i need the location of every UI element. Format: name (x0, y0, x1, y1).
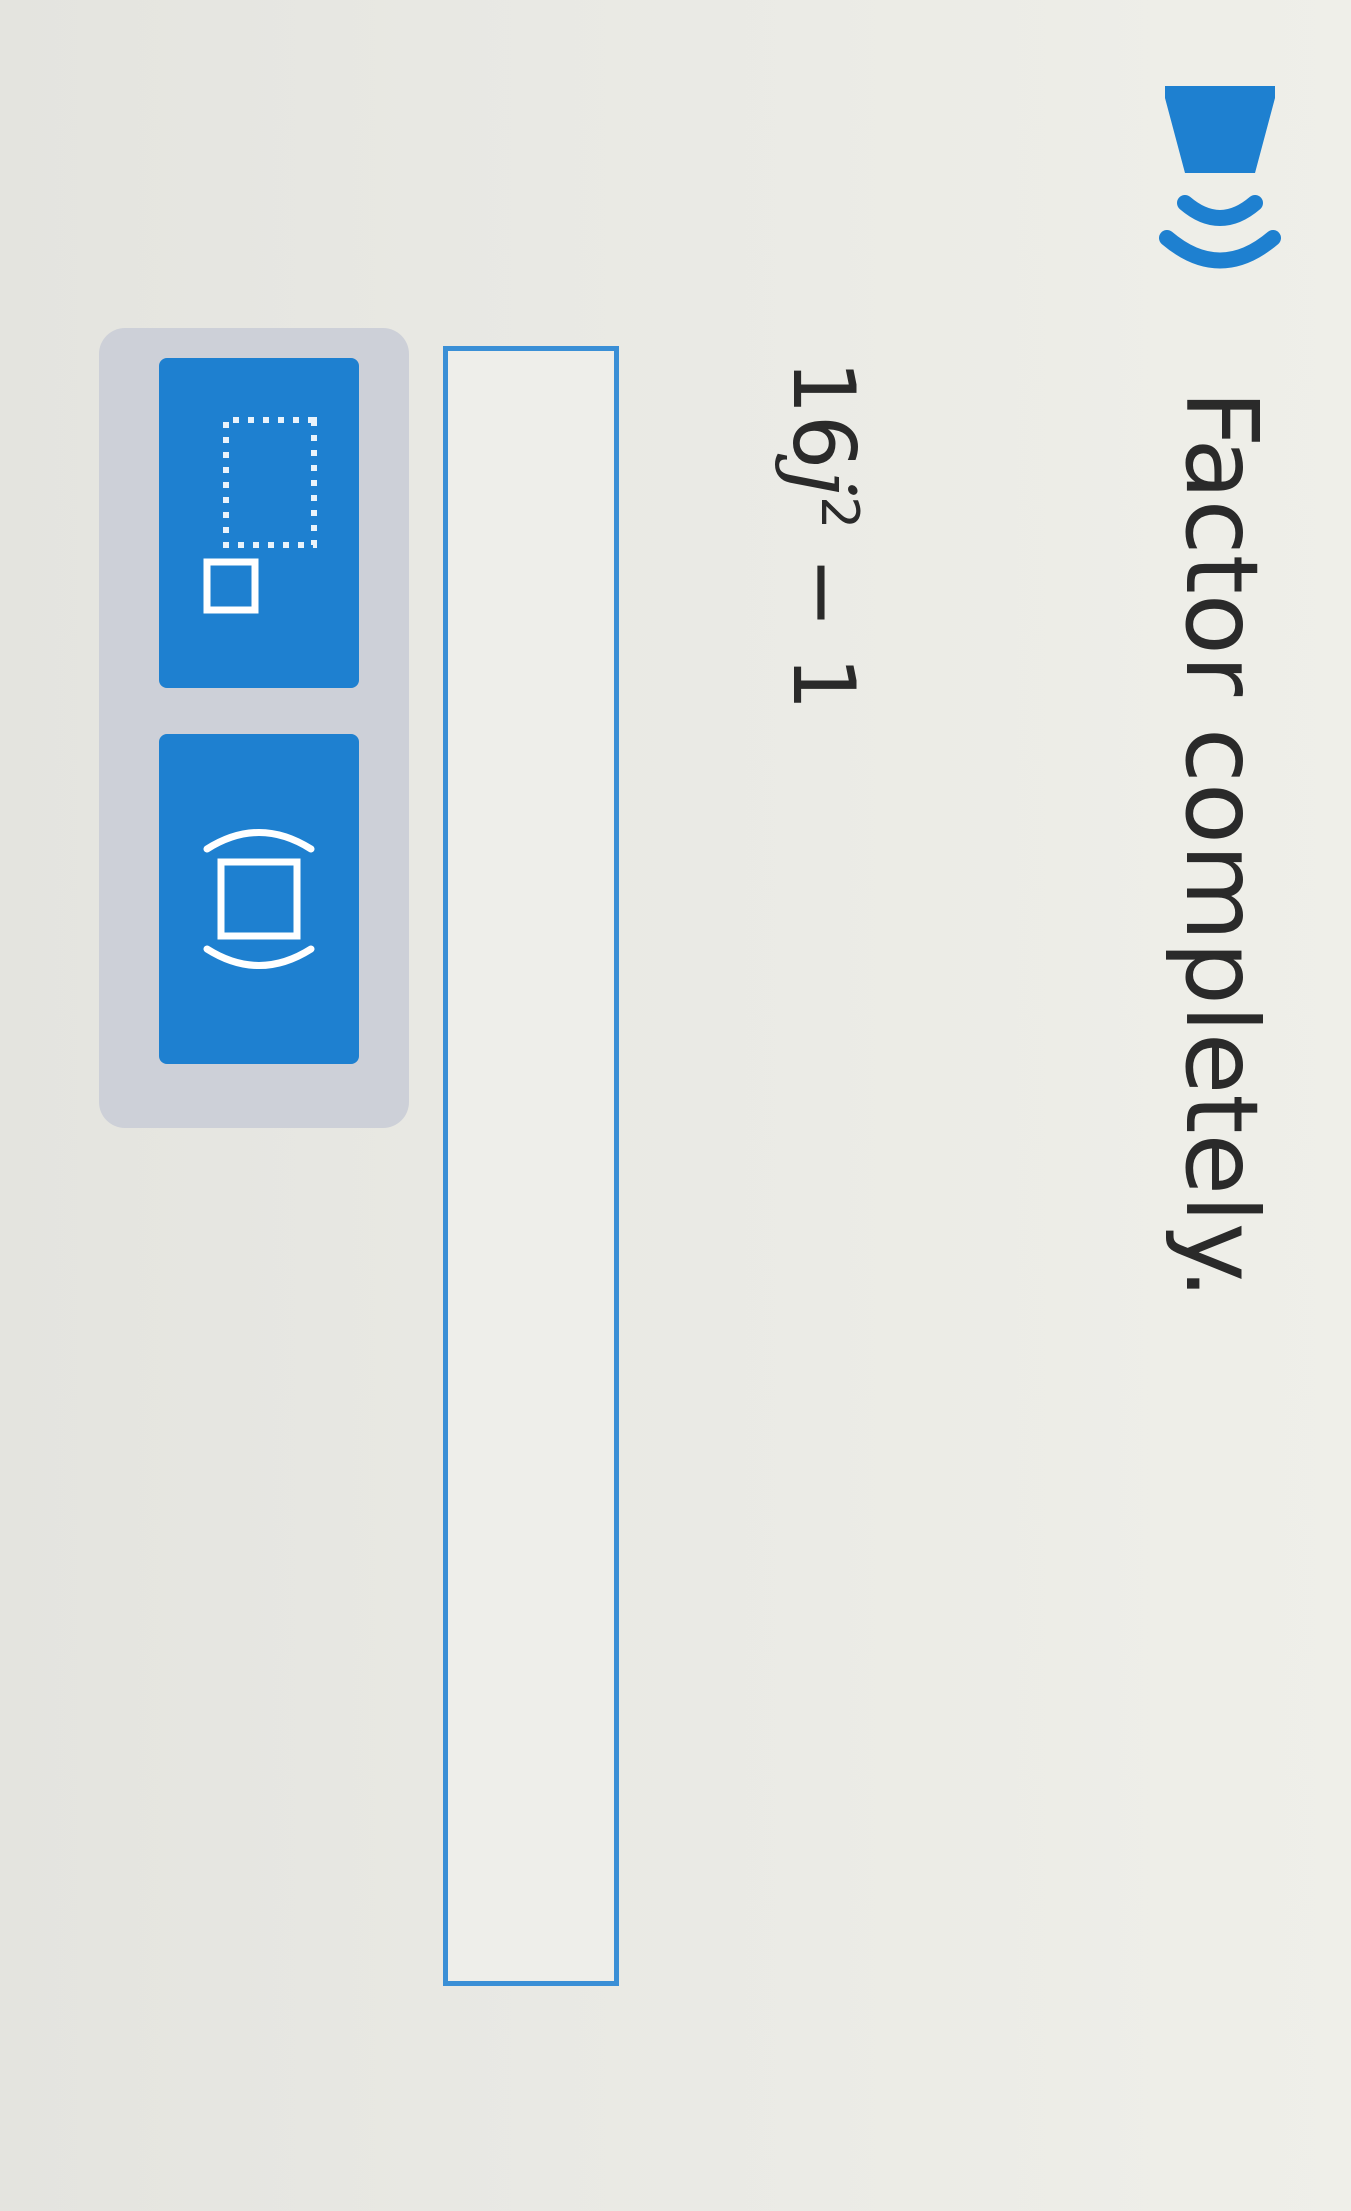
question-instruction: Factor completely. (1163, 390, 1280, 1300)
exponent-template-button[interactable] (159, 358, 359, 688)
expression-exponent: 2 (809, 496, 869, 530)
math-toolbar (99, 328, 409, 1128)
math-expression: 16j2 − 1 (761, 360, 873, 711)
expression-constant: 1 (773, 655, 873, 711)
expression-variable: j (773, 469, 873, 497)
expression-coefficient: 16 (773, 360, 873, 470)
parentheses-template-icon (203, 829, 315, 969)
parentheses-template-button[interactable] (159, 734, 359, 1064)
exponent-template-icon (203, 417, 317, 614)
audio-speaker-icon[interactable] (1145, 78, 1295, 298)
answer-input[interactable] (443, 346, 619, 1986)
expression-operator: − (773, 529, 873, 656)
question-panel: Factor completely. 16j2 − 1 (0, 0, 1351, 2211)
